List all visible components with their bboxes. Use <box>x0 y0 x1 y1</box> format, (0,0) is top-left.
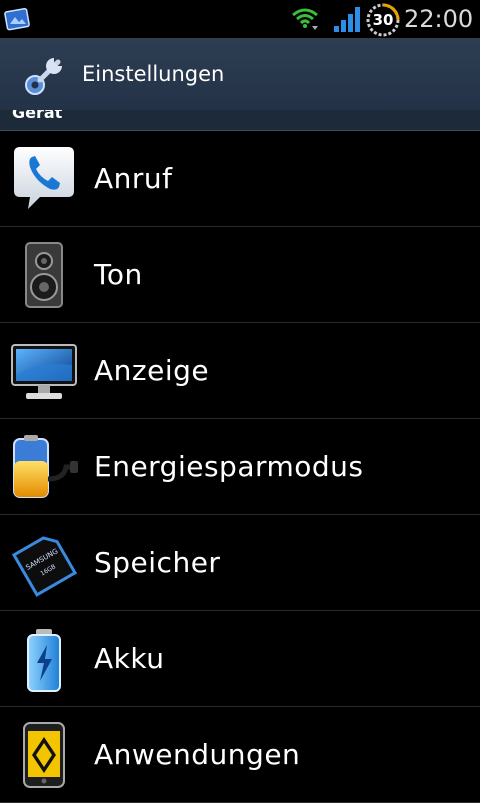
monitor-icon <box>11 344 77 399</box>
list-item-anruf[interactable]: Anruf <box>0 131 480 227</box>
list-item-akku[interactable]: Akku <box>0 611 480 707</box>
sd-card-icon: SAMSUNG 16GB <box>11 536 78 597</box>
settings-list: Anruf Ton Anzeige Energiesparmodus SAMSU… <box>0 131 480 803</box>
item-label: Energiesparmodus <box>94 450 364 483</box>
list-item-ton[interactable]: Ton <box>0 227 480 323</box>
item-label: Akku <box>94 642 165 675</box>
status-bar: 30 22:00 <box>0 0 480 38</box>
list-item-speicher[interactable]: SAMSUNG 16GB Speicher <box>0 515 480 611</box>
item-label: Anruf <box>94 162 173 195</box>
list-item-anzeige[interactable]: Anzeige <box>0 323 480 419</box>
gallery-icon[interactable] <box>4 6 32 32</box>
title-bar: Einstellungen <box>0 38 480 110</box>
settings-wrench-icon[interactable] <box>20 48 72 100</box>
clock: 22:00 <box>404 5 474 33</box>
energy-battery-icon <box>13 435 78 498</box>
applications-icon <box>23 722 65 788</box>
signal-icon <box>334 7 360 32</box>
battery-icon <box>27 629 61 692</box>
phone-icon <box>14 147 74 209</box>
item-label: Ton <box>94 258 143 291</box>
section-header-label: Gerät <box>12 110 63 122</box>
list-item-energiesparmodus[interactable]: Energiesparmodus <box>0 419 480 515</box>
item-label: Anzeige <box>94 354 210 387</box>
wifi-icon <box>292 8 318 30</box>
item-label: Speicher <box>94 546 221 579</box>
page-title: Einstellungen <box>82 62 225 86</box>
item-label: Anwendungen <box>94 738 301 771</box>
list-item-anwendungen[interactable]: Anwendungen <box>0 707 480 803</box>
battery-level: 30 <box>372 11 394 29</box>
section-header: Gerät <box>0 110 480 131</box>
speaker-icon <box>25 242 63 308</box>
